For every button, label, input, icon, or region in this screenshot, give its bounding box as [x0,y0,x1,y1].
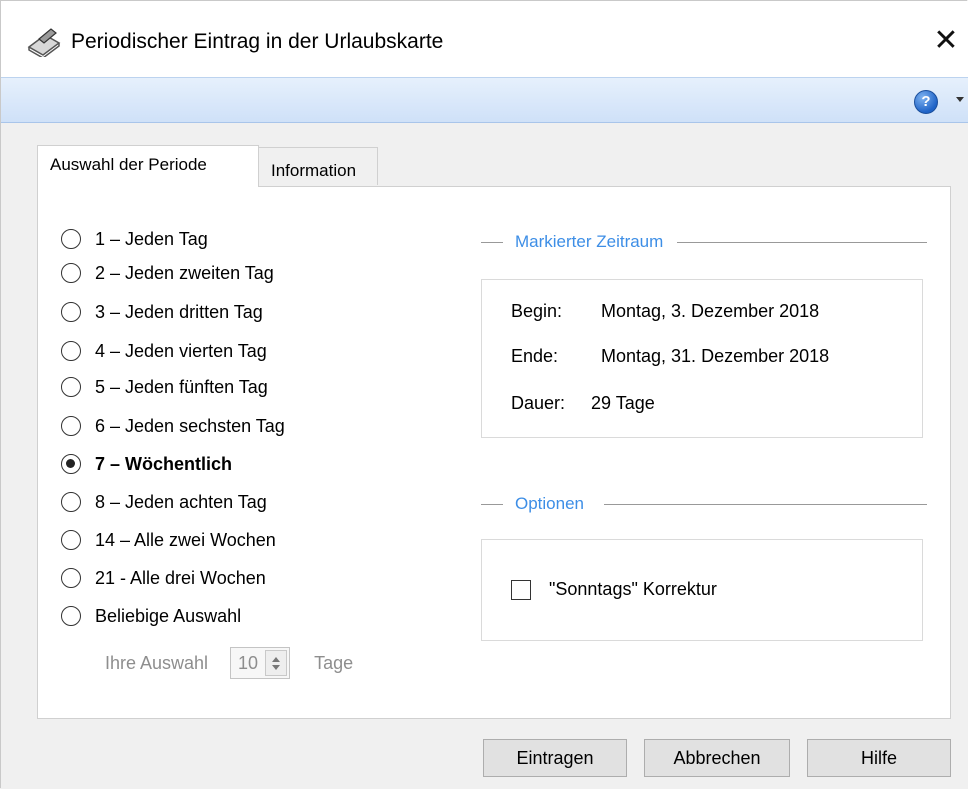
arrow-down-icon[interactable] [272,664,281,670]
period-label: Beliebige Auswahl [95,605,242,626]
period-option-custom[interactable]: Beliebige Auswahl [61,602,241,630]
sunday-correction-label: "Sonntags" Korrektur [549,579,717,599]
period-option-2[interactable]: 2 – Jeden zweiten Tag [61,259,274,287]
period-label: 4 – Jeden vierten Tag [95,340,267,361]
custom-selection-unit: Tage [314,652,354,673]
help-icon[interactable]: ? [914,90,938,114]
period-label: 3 – Jeden dritten Tag [95,301,263,322]
sunday-correction-option[interactable]: "Sonntags" Korrektur [511,579,717,600]
stepper-arrows[interactable] [265,650,288,676]
begin-row: Begin: Montag, 3. Dezember 2018 [511,301,819,322]
begin-value: Montag, 3. Dezember 2018 [601,301,820,321]
period-label: 2 – Jeden zweiten Tag [95,262,274,283]
end-row: Ende: Montag, 31. Dezember 2018 [511,346,829,367]
days-stepper[interactable]: 10 [230,647,291,679]
period-option-6[interactable]: 6 – Jeden sechsten Tag [61,412,285,440]
chevron-down-icon[interactable] [956,97,964,102]
radio-button[interactable] [61,377,81,397]
end-label: Ende: [511,346,559,366]
divider [677,241,927,243]
period-label: 21 - Alle drei Wochen [95,567,266,588]
radio-button[interactable] [61,568,81,588]
dialog-window: Periodischer Eintrag in der Urlaubskarte… [0,0,968,788]
sunday-correction-checkbox[interactable] [511,579,531,600]
radio-button[interactable] [61,263,81,283]
period-option-7[interactable]: 7 – Wöchentlich [61,450,232,478]
marked-range-header: Markierter Zeitraum [481,232,927,252]
custom-selection-label: Ihre Auswahl [105,652,209,673]
period-label: 6 – Jeden sechsten Tag [95,415,285,436]
arrow-up-icon[interactable] [272,656,281,662]
duration-value: 29 Tage [591,393,655,413]
notebook-pen-icon [27,28,61,57]
toolbar-ribbon: ? [1,77,968,123]
close-icon[interactable]: ✕ [929,21,963,61]
period-option-14[interactable]: 14 – Alle zwei Wochen [61,526,276,554]
period-option-3[interactable]: 3 – Jeden dritten Tag [61,298,263,326]
cancel-button[interactable]: Abbrechen [644,739,790,777]
title-bar: Periodischer Eintrag in der Urlaubskarte… [1,1,968,77]
divider [481,241,503,243]
period-option-21[interactable]: 21 - Alle drei Wochen [61,564,266,592]
period-label: 14 – Alle zwei Wochen [95,529,276,550]
duration-label: Dauer: [511,393,566,413]
divider [604,503,927,505]
radio-button-selected[interactable] [61,454,81,474]
marked-range-title: Markierter Zeitraum [515,232,664,251]
tab-auswahl-der-periode[interactable]: Auswahl der Periode [37,145,259,187]
days-stepper-value[interactable]: 10 [231,653,265,674]
period-label: 8 – Jeden achten Tag [95,491,267,512]
period-option-5[interactable]: 5 – Jeden fünften Tag [61,373,268,401]
options-title: Optionen [515,494,584,513]
period-option-1[interactable]: 1 – Jeden Tag [61,225,208,253]
radio-button[interactable] [61,492,81,512]
period-option-8[interactable]: 8 – Jeden achten Tag [61,488,267,516]
period-option-4[interactable]: 4 – Jeden vierten Tag [61,337,267,365]
duration-row: Dauer: 29 Tage [511,393,655,414]
radio-button[interactable] [61,229,81,249]
options-header: Optionen [481,494,927,514]
begin-label: Begin: [511,301,563,321]
radio-button[interactable] [61,606,81,626]
window-title: Periodischer Eintrag in der Urlaubskarte [71,30,444,53]
period-label: 5 – Jeden fünften Tag [95,376,268,397]
tab-information[interactable]: Information [258,147,378,185]
radio-button[interactable] [61,416,81,436]
radio-button[interactable] [61,302,81,322]
divider [481,503,503,505]
radio-button[interactable] [61,530,81,550]
custom-selection-row: Ihre Auswahl 10 Tage [105,647,353,679]
period-label: 7 – Wöchentlich [95,453,233,474]
radio-button[interactable] [61,341,81,361]
period-label: 1 – Jeden Tag [95,228,208,249]
submit-button[interactable]: Eintragen [483,739,627,777]
end-value: Montag, 31. Dezember 2018 [601,346,830,366]
help-button[interactable]: Hilfe [807,739,951,777]
